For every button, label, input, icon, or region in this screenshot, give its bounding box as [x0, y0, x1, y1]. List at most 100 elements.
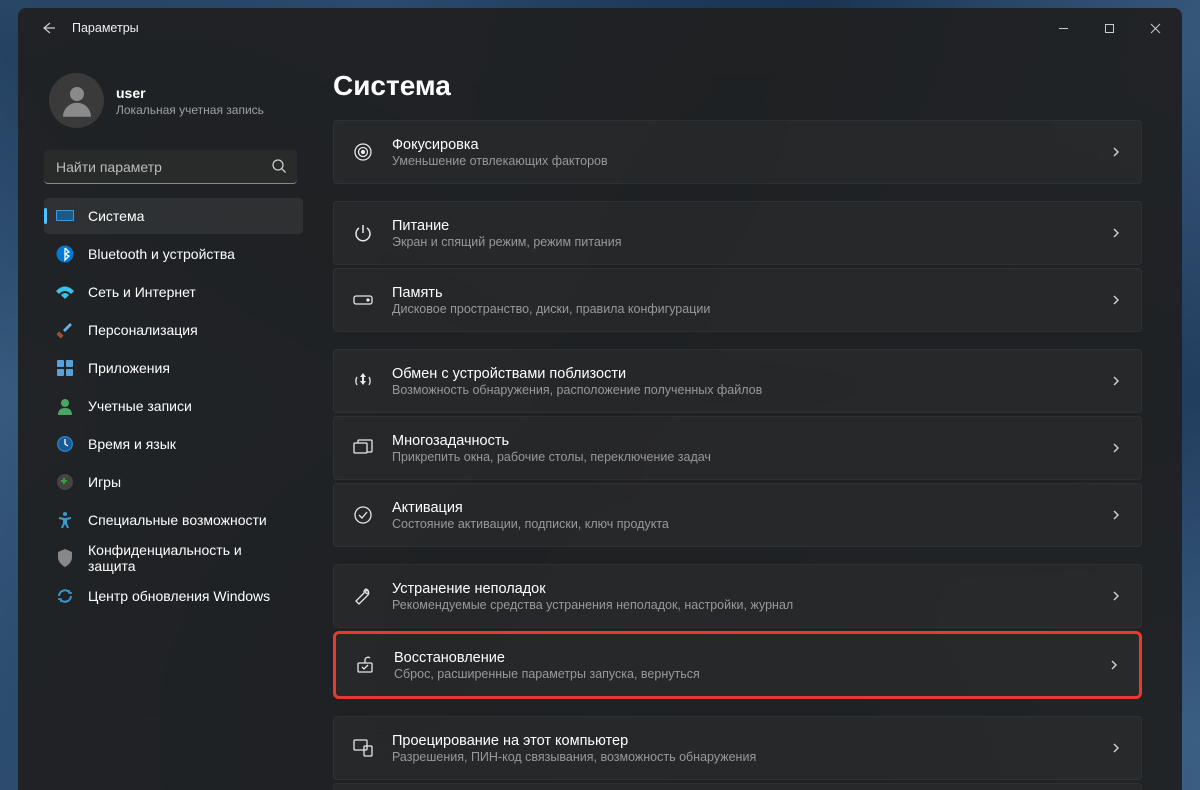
- user-subtitle: Локальная учетная запись: [116, 103, 264, 117]
- chevron-right-icon: [1109, 589, 1123, 603]
- troubleshoot-icon: [352, 585, 374, 607]
- sidebar-item-update[interactable]: Центр обновления Windows: [44, 578, 303, 614]
- search-container: [44, 150, 297, 184]
- projecting-icon: [352, 737, 374, 759]
- sidebar-item-label: Специальные возможности: [88, 512, 267, 528]
- page-title: Система: [333, 70, 1142, 102]
- gaming-icon: [56, 473, 74, 491]
- sidebar-item-label: Учетные записи: [88, 398, 192, 414]
- card-title: Восстановление: [394, 650, 1107, 666]
- setting-focus[interactable]: ФокусировкаУменьшение отвлекающих фактор…: [333, 120, 1142, 184]
- sidebar-item-label: Центр обновления Windows: [88, 588, 270, 604]
- card-title: Устранение неполадок: [392, 581, 1109, 597]
- card-subtitle: Возможность обнаружения, расположение по…: [392, 383, 1109, 397]
- card-subtitle: Состояние активации, подписки, ключ прод…: [392, 517, 1109, 531]
- maximize-button[interactable]: [1086, 12, 1132, 44]
- sidebar-item-label: Система: [88, 208, 144, 224]
- chevron-right-icon: [1109, 741, 1123, 755]
- chevron-right-icon: [1109, 441, 1123, 455]
- nav-list: Система Bluetooth и устройства Сеть и Инте…: [44, 198, 303, 614]
- storage-icon: [352, 289, 374, 311]
- search-icon: [271, 158, 287, 174]
- setting-remote[interactable]: Удаленный рабочий столПользователи удале…: [333, 783, 1142, 790]
- card-list: ФокусировкаУменьшение отвлекающих фактор…: [333, 120, 1142, 790]
- back-arrow-icon: [40, 20, 56, 36]
- setting-recovery[interactable]: ВосстановлениеСброс, расширенные парамет…: [333, 631, 1142, 699]
- multitasking-icon: [352, 437, 374, 459]
- setting-storage[interactable]: ПамятьДисковое пространство, диски, прав…: [333, 268, 1142, 332]
- search-input[interactable]: [44, 150, 297, 184]
- avatar: [49, 73, 104, 128]
- apps-icon: [56, 359, 74, 377]
- sidebar-item-accounts[interactable]: Учетные записи: [44, 388, 303, 424]
- card-title: Многозадачность: [392, 433, 1109, 449]
- card-title: Память: [392, 285, 1109, 301]
- personalization-icon: [56, 321, 74, 339]
- update-icon: [56, 587, 74, 605]
- window-body: user Локальная учетная запись Система Blu…: [18, 48, 1182, 790]
- setting-multitasking[interactable]: МногозадачностьПрикрепить окна, рабочие …: [333, 416, 1142, 480]
- window-title: Параметры: [72, 21, 139, 35]
- system-icon: [56, 207, 74, 225]
- card-title: Обмен с устройствами поблизости: [392, 366, 1109, 382]
- titlebar: Параметры: [18, 8, 1182, 48]
- chevron-right-icon: [1109, 226, 1123, 240]
- sidebar: user Локальная учетная запись Система Blu…: [18, 48, 313, 790]
- card-title: Питание: [392, 218, 1109, 234]
- minimize-icon: [1058, 23, 1069, 34]
- recovery-icon: [354, 654, 376, 676]
- maximize-icon: [1104, 23, 1115, 34]
- sidebar-item-label: Сеть и Интернет: [88, 284, 196, 300]
- card-subtitle: Уменьшение отвлекающих факторов: [392, 154, 1109, 168]
- network-icon: [56, 283, 74, 301]
- card-title: Фокусировка: [392, 137, 1109, 153]
- sidebar-item-network[interactable]: Сеть и Интернет: [44, 274, 303, 310]
- setting-nearby[interactable]: Обмен с устройствами поблизостиВозможнос…: [333, 349, 1142, 413]
- sidebar-item-system[interactable]: Система: [44, 198, 303, 234]
- main-content: Система ФокусировкаУменьшение отвлекающи…: [313, 48, 1182, 790]
- sidebar-item-personalization[interactable]: Персонализация: [44, 312, 303, 348]
- sidebar-item-label: Приложения: [88, 360, 170, 376]
- sidebar-item-privacy[interactable]: Конфиденциальность и защита: [44, 540, 303, 576]
- accounts-icon: [56, 397, 74, 415]
- sidebar-item-label: Конфиденциальность и защита: [88, 542, 291, 574]
- accessibility-icon: [56, 511, 74, 529]
- chevron-right-icon: [1109, 508, 1123, 522]
- window-controls: [1040, 12, 1178, 44]
- chevron-right-icon: [1109, 374, 1123, 388]
- sidebar-item-time[interactable]: Время и язык: [44, 426, 303, 462]
- settings-window: Параметры user Локальная учетная запись: [18, 8, 1182, 790]
- card-subtitle: Экран и спящий режим, режим питания: [392, 235, 1109, 249]
- activation-icon: [352, 504, 374, 526]
- close-button[interactable]: [1132, 12, 1178, 44]
- card-subtitle: Сброс, расширенные параметры запуска, ве…: [394, 667, 1107, 681]
- sidebar-item-bluetooth[interactable]: Bluetooth и устройства: [44, 236, 303, 272]
- minimize-button[interactable]: [1040, 12, 1086, 44]
- setting-activation[interactable]: АктивацияСостояние активации, подписки, …: [333, 483, 1142, 547]
- nearby-icon: [352, 370, 374, 392]
- setting-power[interactable]: ПитаниеЭкран и спящий режим, режим питан…: [333, 201, 1142, 265]
- setting-troubleshoot[interactable]: Устранение неполадокРекомендуемые средст…: [333, 564, 1142, 628]
- bluetooth-icon: [56, 245, 74, 263]
- sidebar-item-label: Персонализация: [88, 322, 198, 338]
- back-button[interactable]: [32, 12, 64, 44]
- card-subtitle: Рекомендуемые средства устранения непола…: [392, 598, 1109, 612]
- sidebar-item-label: Bluetooth и устройства: [88, 246, 235, 262]
- card-title: Активация: [392, 500, 1109, 516]
- card-subtitle: Дисковое пространство, диски, правила ко…: [392, 302, 1109, 316]
- sidebar-item-accessibility[interactable]: Специальные возможности: [44, 502, 303, 538]
- close-icon: [1150, 23, 1161, 34]
- card-subtitle: Разрешения, ПИН-код связывания, возможно…: [392, 750, 1109, 764]
- chevron-right-icon: [1109, 293, 1123, 307]
- chevron-right-icon: [1109, 145, 1123, 159]
- person-icon: [56, 80, 98, 122]
- time-icon: [56, 435, 74, 453]
- user-name: user: [116, 85, 264, 101]
- power-icon: [352, 222, 374, 244]
- user-profile[interactable]: user Локальная учетная запись: [44, 68, 303, 146]
- sidebar-item-apps[interactable]: Приложения: [44, 350, 303, 386]
- sidebar-item-label: Игры: [88, 474, 121, 490]
- sidebar-item-gaming[interactable]: Игры: [44, 464, 303, 500]
- card-title: Проецирование на этот компьютер: [392, 733, 1109, 749]
- setting-projecting[interactable]: Проецирование на этот компьютерРазрешени…: [333, 716, 1142, 780]
